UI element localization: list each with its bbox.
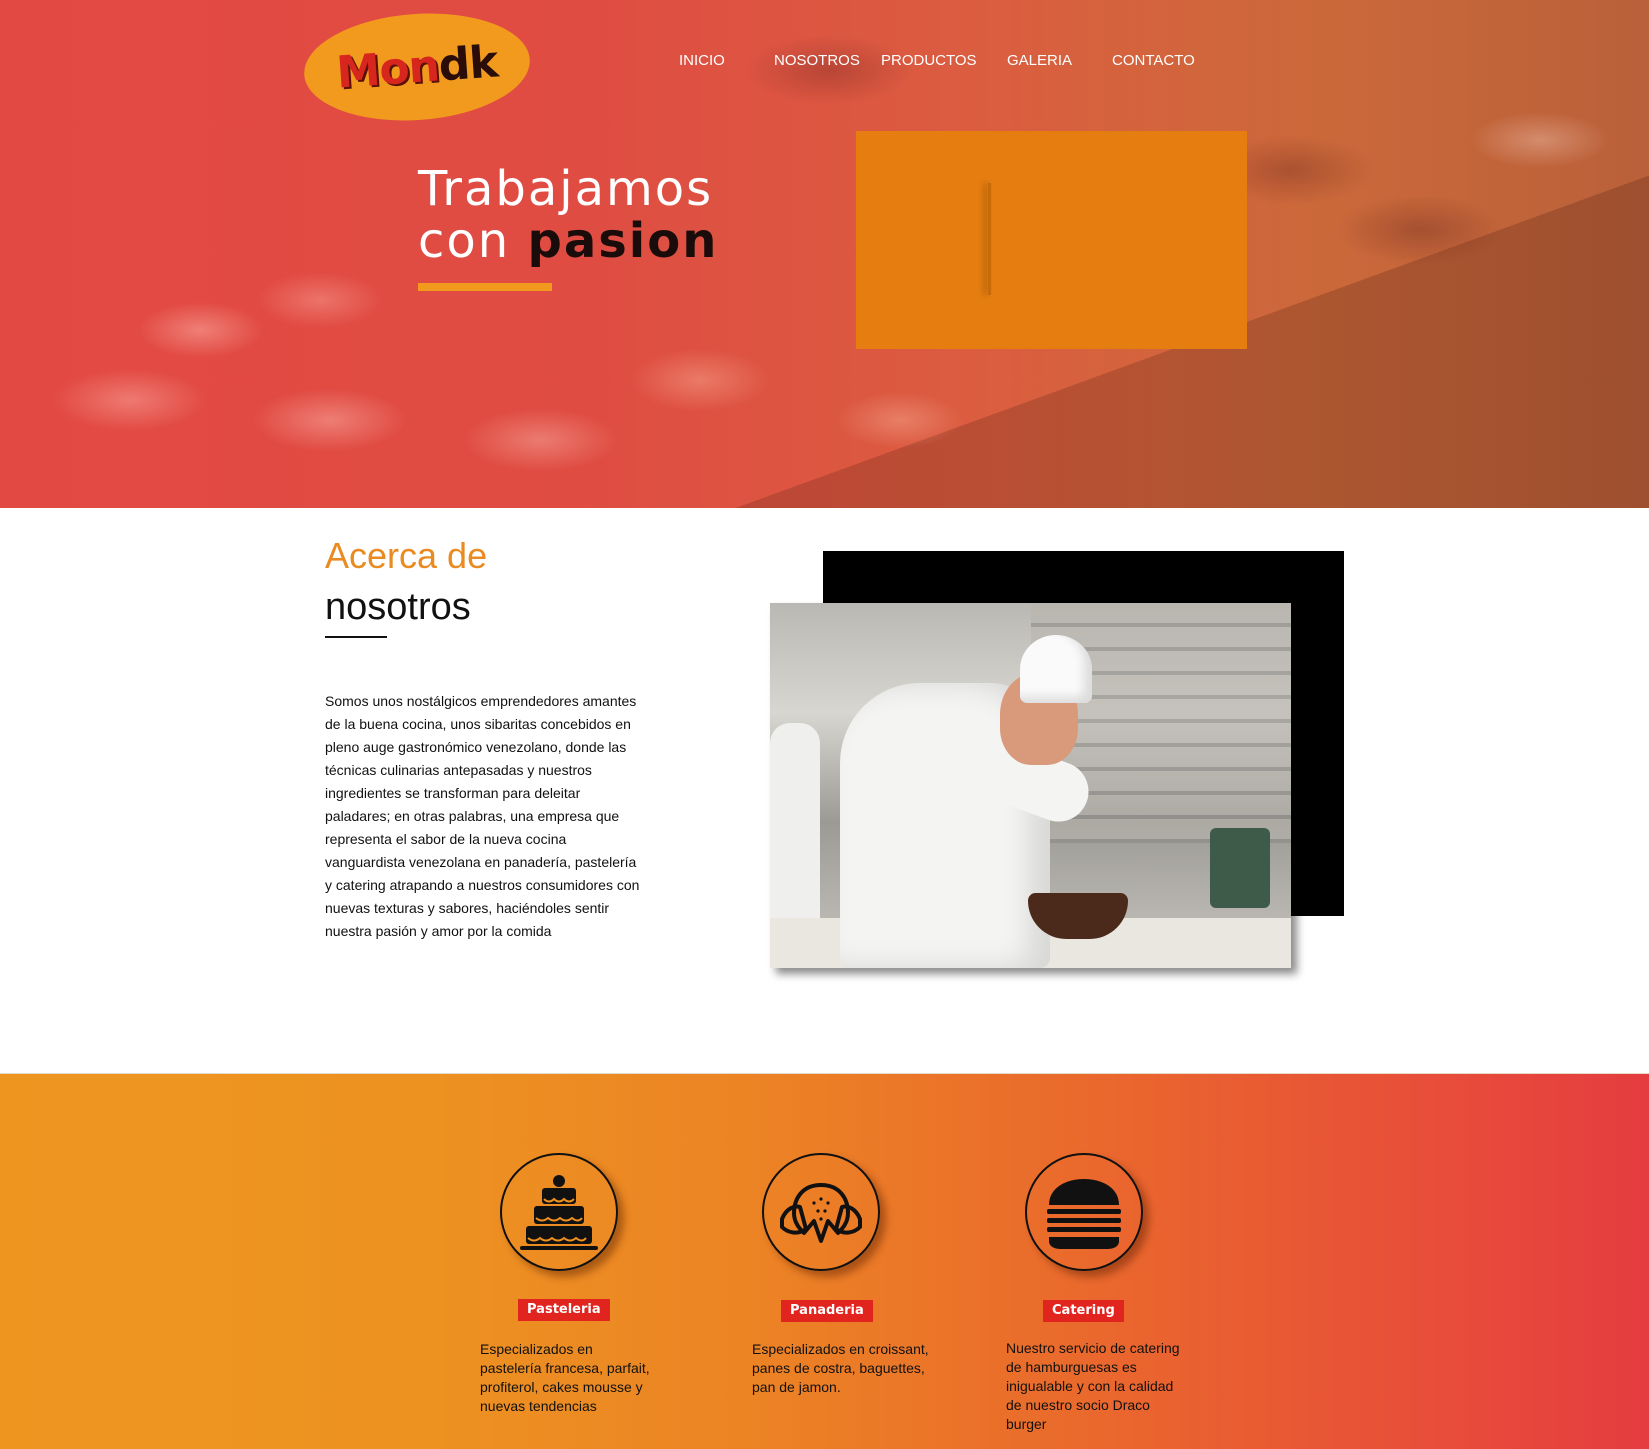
hero-orange-panel bbox=[856, 131, 1247, 349]
about-title-underline bbox=[325, 636, 387, 638]
service-badge-panaderia[interactable]: Panaderia bbox=[781, 1300, 873, 1322]
logo-text: Mondk bbox=[334, 35, 500, 99]
hero-title-line1: Trabajamos bbox=[418, 161, 714, 217]
cake-icon[interactable] bbox=[500, 1153, 618, 1271]
photo-heat-gun bbox=[1210, 828, 1270, 908]
nav-galeria[interactable]: GALERIA bbox=[1007, 52, 1072, 69]
service-badge-catering[interactable]: Catering bbox=[1043, 1300, 1124, 1322]
brand-logo[interactable]: Mondk bbox=[300, 6, 534, 128]
hero-panel-divider bbox=[988, 183, 991, 295]
nav-inicio[interactable]: INICIO bbox=[679, 52, 725, 69]
burger-icon[interactable] bbox=[1025, 1153, 1143, 1271]
hero-title: Trabajamos con pasion bbox=[418, 163, 718, 267]
about-title-line1: Acerca de bbox=[325, 535, 488, 576]
nav-contacto[interactable]: CONTACTO bbox=[1112, 52, 1195, 69]
service-badge-pasteleria[interactable]: Pasteleria bbox=[518, 1299, 610, 1321]
hero-underline bbox=[418, 283, 552, 291]
services-section: Pasteleria Especializados en pastelería … bbox=[0, 1073, 1649, 1449]
hero-section: Mondk INICIO NOSOTROS PRODUCTOS GALERIA … bbox=[0, 0, 1649, 508]
service-desc-panaderia: Especializados en croissant, panes de co… bbox=[752, 1341, 929, 1395]
about-title-line2: nosotros bbox=[325, 586, 471, 628]
hero-title-line2: con pasion bbox=[418, 213, 719, 269]
about-description: Somos unos nostálgicos emprendedores ama… bbox=[325, 693, 640, 939]
croissant-icon[interactable] bbox=[762, 1153, 880, 1271]
photo-chef-hat bbox=[1020, 635, 1092, 703]
service-desc-pasteleria: Especializados en pastelería francesa, p… bbox=[480, 1341, 650, 1414]
nav-nosotros[interactable]: NOSOTROS bbox=[774, 52, 860, 69]
nav-productos[interactable]: PRODUCTOS bbox=[881, 52, 977, 69]
chef-photo bbox=[770, 603, 1291, 968]
service-desc-catering: Nuestro servicio de catering de hamburgu… bbox=[1006, 1340, 1180, 1432]
